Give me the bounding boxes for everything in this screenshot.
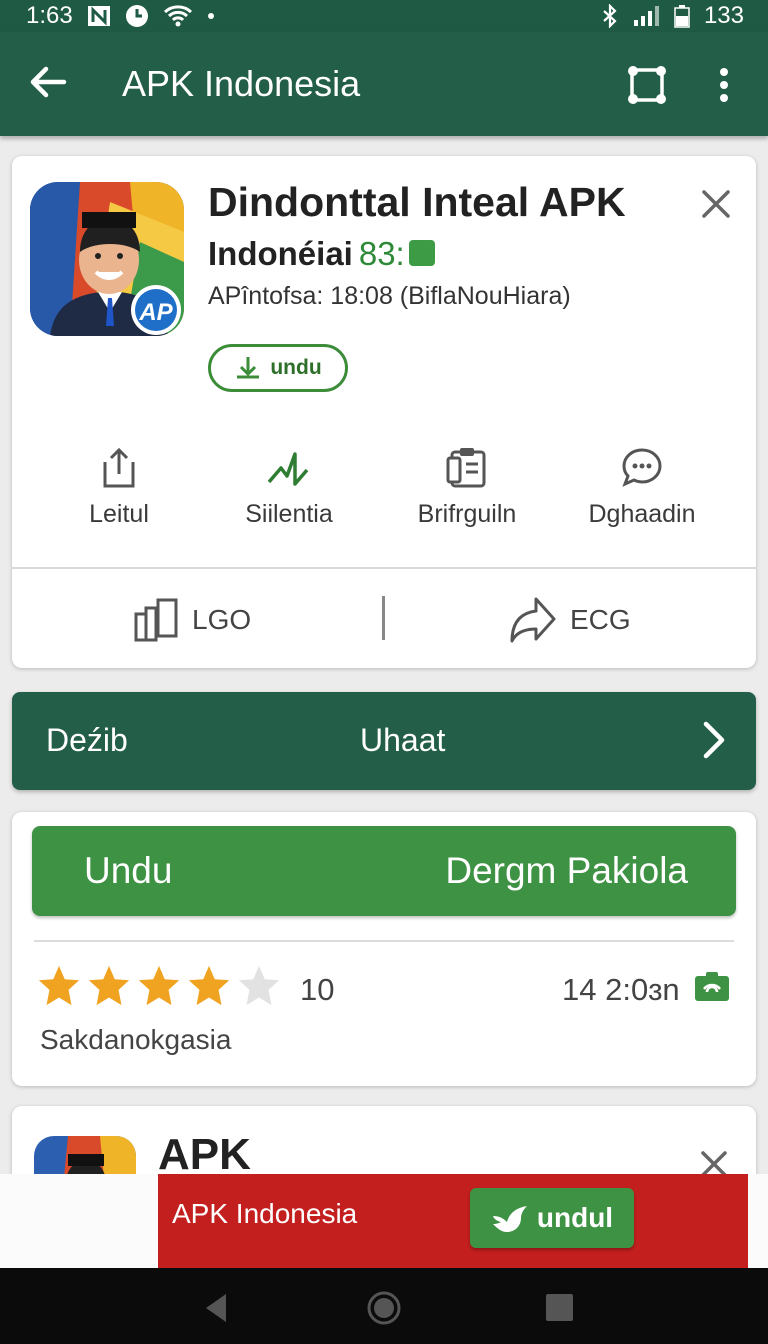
nav-recents-icon[interactable]: [540, 1288, 580, 1328]
divider: [12, 567, 756, 569]
action-clipboard[interactable]: Brifrguiln: [377, 446, 557, 546]
secondary-item-lgo[interactable]: LGO: [134, 594, 251, 646]
secondary-label: ECG: [570, 604, 631, 635]
verified-shield-icon: [694, 972, 730, 1002]
secondary-row: LGO ECG: [12, 570, 756, 666]
ad-banner-text: APK Indonesia: [172, 1198, 358, 1229]
bluetooth-icon: [602, 4, 618, 28]
clipboard-icon: [446, 448, 486, 488]
download-icon: [237, 357, 260, 379]
download-card: Undu Dergm Pakiola 10 14 2:0ɜn Sakdanokg…: [12, 812, 756, 1086]
star-rating: [36, 962, 282, 1010]
documents-icon: [134, 598, 178, 642]
action-share[interactable]: Leitul: [29, 446, 209, 546]
app-subtitle-text: Indonéiai: [208, 235, 353, 272]
forward-icon: [510, 597, 556, 643]
secondary-label: LGO: [192, 604, 252, 635]
app-meta: APîntofsa: 18:08 (BiflaNouHiara): [208, 282, 571, 310]
nav-back-icon[interactable]: [198, 1288, 238, 1328]
star-filled-icon: [188, 965, 230, 1006]
download-button[interactable]: Undu Dergm Pakiola: [32, 826, 736, 916]
more-vert-icon[interactable]: [706, 64, 742, 108]
battery-level: 133: [703, 2, 744, 29]
system-nav-bar: [0, 1268, 768, 1344]
action-chat[interactable]: Dghaadin: [552, 446, 732, 546]
star-filled-icon: [38, 965, 80, 1006]
status-bar: 1:63 133: [0, 0, 768, 32]
chevron-right-icon: [696, 718, 732, 762]
app-card: AP Dindonttal Inteal APK Indonéiai 83: AP…: [12, 156, 756, 668]
bird-icon: [492, 1206, 527, 1232]
star-filled-icon: [138, 965, 180, 1006]
download-pill-button[interactable]: undu: [208, 344, 348, 392]
app-version: 83:: [358, 235, 405, 272]
action-label: Brifrguiln: [417, 500, 517, 528]
second-app-title: APK: [158, 1130, 251, 1179]
action-label: Siilentia: [245, 500, 333, 528]
ad-download-button[interactable]: undul: [470, 1188, 634, 1248]
app-icon-badge: AP: [138, 299, 173, 326]
back-arrow-icon[interactable]: [26, 60, 70, 104]
app-bar: APK Indonesia: [0, 32, 768, 136]
ad-download-label: undul: [536, 1202, 614, 1233]
chart-icon: [267, 452, 309, 486]
action-row: Leitul Siilentia Brifrguiln Dghaadin: [12, 446, 756, 546]
nav-home-icon[interactable]: [364, 1288, 404, 1328]
download-card-label: Sakdanokgasia: [40, 1024, 232, 1055]
download-pill-label: undu: [270, 356, 322, 379]
details-bar-center: Uhaat: [360, 722, 446, 758]
app-title: Dindonttal Inteal APK: [208, 179, 626, 225]
details-bar-left: Deźib: [46, 722, 128, 758]
fullscreen-icon[interactable]: [624, 62, 670, 108]
n-notification-icon: [87, 5, 111, 27]
separator: [382, 596, 385, 640]
verified-badge-icon: [408, 240, 435, 267]
app-bar-title: APK Indonesia: [122, 63, 361, 104]
action-label: Leitul: [89, 500, 149, 528]
rating-time: 14 2:0ɜn: [562, 972, 680, 1007]
rating-count: 10: [300, 972, 335, 1007]
clock-icon: [125, 4, 149, 28]
wifi-icon: [163, 5, 193, 27]
secondary-item-ecg[interactable]: ECG: [508, 594, 631, 646]
dot-icon: [207, 12, 215, 20]
download-button-right: Dergm Pakiola: [445, 850, 688, 891]
ad-banner-body[interactable]: APK Indonesia undul: [158, 1174, 748, 1268]
star-filled-icon: [88, 965, 130, 1006]
close-icon[interactable]: [696, 184, 736, 224]
app-subtitle: Indonéiai 83:: [208, 234, 435, 274]
chat-icon: [622, 448, 662, 487]
app-icon[interactable]: AP: [30, 182, 184, 336]
divider: [34, 940, 734, 942]
details-bar[interactable]: Deźib Uhaat: [12, 692, 756, 790]
battery-icon: [674, 4, 690, 28]
status-time: 1:63: [26, 2, 73, 29]
action-label: Dghaadin: [588, 500, 696, 528]
share-icon: [103, 447, 135, 488]
download-button-left: Undu: [84, 850, 173, 891]
signal-icon: [632, 5, 660, 27]
ad-banner[interactable]: APK Indonesia undul: [0, 1174, 768, 1268]
star-empty-icon: [238, 965, 280, 1006]
action-stats[interactable]: Siilentia: [199, 446, 379, 546]
